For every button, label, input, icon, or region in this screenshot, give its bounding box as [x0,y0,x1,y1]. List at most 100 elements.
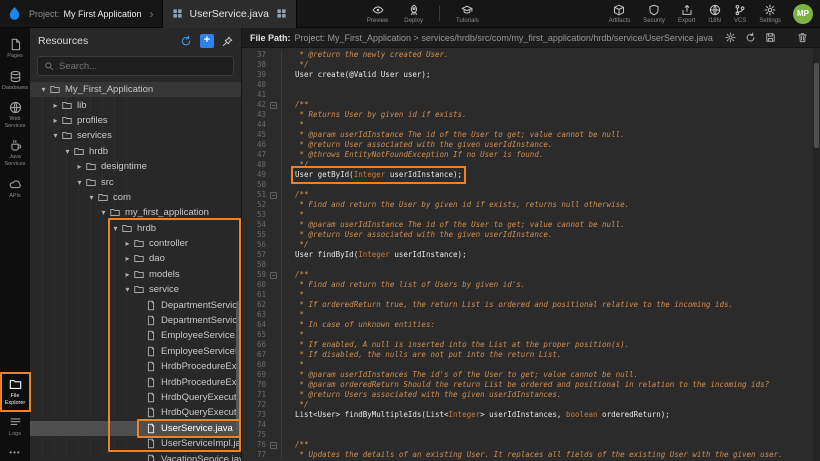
chevron-right-icon[interactable]: ▸ [122,239,133,248]
tree-item-userservice-java[interactable]: UserService.java [30,421,241,436]
tree-item-dao[interactable]: ▸dao [30,251,241,266]
action-i18n[interactable]: I18N [708,4,721,24]
chevron-right-icon[interactable]: ▸ [122,254,133,263]
code-line-56[interactable]: 56 */ [242,240,820,250]
chevron-right-icon[interactable]: ▸ [50,101,61,110]
tree-scrollbar[interactable] [236,301,240,431]
fold-marker[interactable]: − [266,100,282,110]
code-line-41[interactable]: 41 [242,90,820,100]
code-line-47[interactable]: 47 * @throws EntityNotFoundException If … [242,150,820,160]
chevron-down-icon[interactable]: ▾ [98,208,109,217]
code-line-54[interactable]: 54 * @param userIdInstance The id of the… [242,220,820,230]
tree-item-employeeserviceimpl-java[interactable]: EmployeeServiceImpl.java [30,344,241,359]
tree-item-departmentserviceimpl-java[interactable]: DepartmentServiceImpl.java [30,313,241,328]
action-export[interactable]: Export [678,4,695,24]
tree-item-profiles[interactable]: ▸profiles [30,113,241,128]
code-line-62[interactable]: 62 * If orderedReturn true, the return L… [242,300,820,310]
code-line-72[interactable]: 72 */ [242,400,820,410]
activity-item-pages[interactable]: Pages [1,33,30,65]
tree-item-hrdbqueryexecutorserviceimpl-java[interactable]: HrdbQueryExecutorServiceImpl.java [30,405,241,420]
pin-icon[interactable] [222,36,233,47]
code-line-53[interactable]: 53 * [242,210,820,220]
search-input[interactable] [59,61,227,72]
code-line-61[interactable]: 61 * [242,290,820,300]
tree-item-lib[interactable]: ▸lib [30,97,241,112]
activity-item-web-services[interactable]: Web Services [1,96,30,134]
delete-icon[interactable] [797,32,808,43]
code-line-46[interactable]: 46 * @return User associated with the gi… [242,140,820,150]
code-line-44[interactable]: 44 * [242,120,820,130]
tree-item-hrdbprocedureexecutorservice-java[interactable]: HrdbProcedureExecutorService.java [30,359,241,374]
activity-item-logs[interactable]: Logs [1,411,30,443]
code-line-55[interactable]: 55 * @return User associated with the gi… [242,230,820,240]
action-preview[interactable]: Preview [367,4,388,24]
activity-item-file-explorer[interactable]: File Explorer [1,373,30,411]
action-vcs[interactable]: VCS [734,4,746,24]
tree-item-employeeservice-java[interactable]: EmployeeService.java [30,328,241,343]
activity-item-databases[interactable]: Databases [1,65,30,97]
action-security[interactable]: Security [643,4,665,24]
chevron-down-icon[interactable]: ▾ [110,224,121,233]
code-line-49[interactable]: 49User getById(Integer userIdInstance); [242,170,820,180]
action-settings[interactable]: Settings [759,4,781,24]
tree-item-hrdbqueryexecutorservice-java[interactable]: HrdbQueryExecutorService.java [30,390,241,405]
code-line-50[interactable]: 50 [242,180,820,190]
code-line-67[interactable]: 67 * If disabled, the nulls are not put … [242,350,820,360]
tree-item-my-first-application[interactable]: ▾my_first_application [30,205,241,220]
save-icon[interactable] [765,32,776,43]
code-line-38[interactable]: 38 */ [242,60,820,70]
tree-item-src[interactable]: ▾src [30,174,241,189]
tree-item-com[interactable]: ▾com [30,190,241,205]
tree-item-hrdb[interactable]: ▾hrdb [30,144,241,159]
chevron-down-icon[interactable]: ▾ [86,193,97,202]
code-line-60[interactable]: 60 * Find and return the list of Users b… [242,280,820,290]
code-line-77[interactable]: 77 * Updates the details of an existing … [242,450,820,460]
fold-marker[interactable]: − [266,190,282,200]
action-tutorials[interactable]: Tutorials [456,4,479,24]
action-deploy[interactable]: Deploy [404,4,423,24]
code-line-52[interactable]: 52 * Find and return the User by given i… [242,200,820,210]
code-line-65[interactable]: 65 * [242,330,820,340]
grid-icon[interactable] [276,8,287,19]
code-line-40[interactable]: 40 [242,80,820,90]
code-line-64[interactable]: 64 * In case of unknown entities: [242,320,820,330]
activity-item-apis[interactable]: APIs [1,173,30,205]
code-line-45[interactable]: 45 * @param userIdInstance The id of the… [242,130,820,140]
code-line-43[interactable]: 43 * Returns User by given id if exists. [242,110,820,120]
code-line-66[interactable]: 66 * If enabled, A null is inserted into… [242,340,820,350]
tree-item-service[interactable]: ▾service [30,282,241,297]
code-editor[interactable]: 37 * @return the newly created User.38 *… [242,48,820,461]
action-artifacts[interactable]: Artifacts [609,4,631,24]
tree-item-userserviceimpl-java[interactable]: UserServiceImpl.java [30,436,241,451]
settings-icon[interactable] [725,32,736,43]
code-line-76[interactable]: 76−/** [242,440,820,450]
fold-marker[interactable]: − [266,440,282,450]
project-name[interactable]: My First Application [64,9,142,19]
chevron-down-icon[interactable]: ▾ [38,85,49,94]
code-line-57[interactable]: 57User findById(Integer userIdInstance); [242,250,820,260]
chevron-right-icon[interactable]: ▸ [50,116,61,125]
code-line-39[interactable]: 39User create(@Valid User user); [242,70,820,80]
code-line-63[interactable]: 63 * [242,310,820,320]
activity-item-java-services[interactable]: Java Services [1,134,30,172]
tab-userservice-java[interactable]: UserService.java [162,0,297,28]
chevron-down-icon[interactable]: ▾ [50,131,61,140]
code-line-71[interactable]: 71 * @return Users associated with the g… [242,390,820,400]
logo-icon[interactable] [7,6,22,21]
tree-item-models[interactable]: ▸models [30,267,241,282]
editor-scroll-thumb[interactable] [814,63,819,148]
code-line-69[interactable]: 69 * @param userIdInstances The id's of … [242,370,820,380]
tree-item-services[interactable]: ▾services [30,128,241,143]
code-line-68[interactable]: 68 * [242,360,820,370]
code-line-51[interactable]: 51−/** [242,190,820,200]
code-line-73[interactable]: 73List<User> findByMultipleIds(List<Inte… [242,410,820,420]
code-line-59[interactable]: 59−/** [242,270,820,280]
chevron-down-icon[interactable]: ▾ [62,147,73,156]
code-line-74[interactable]: 74 [242,420,820,430]
editor-scrollbar[interactable] [813,48,820,461]
code-line-70[interactable]: 70 * @param orderedReturn Should the ret… [242,380,820,390]
code-line-75[interactable]: 75 [242,430,820,440]
tree-item-my-first-application[interactable]: ▾My_First_Application [30,82,241,97]
tree-item-controller[interactable]: ▸controller [30,236,241,251]
code-line-37[interactable]: 37 * @return the newly created User. [242,50,820,60]
